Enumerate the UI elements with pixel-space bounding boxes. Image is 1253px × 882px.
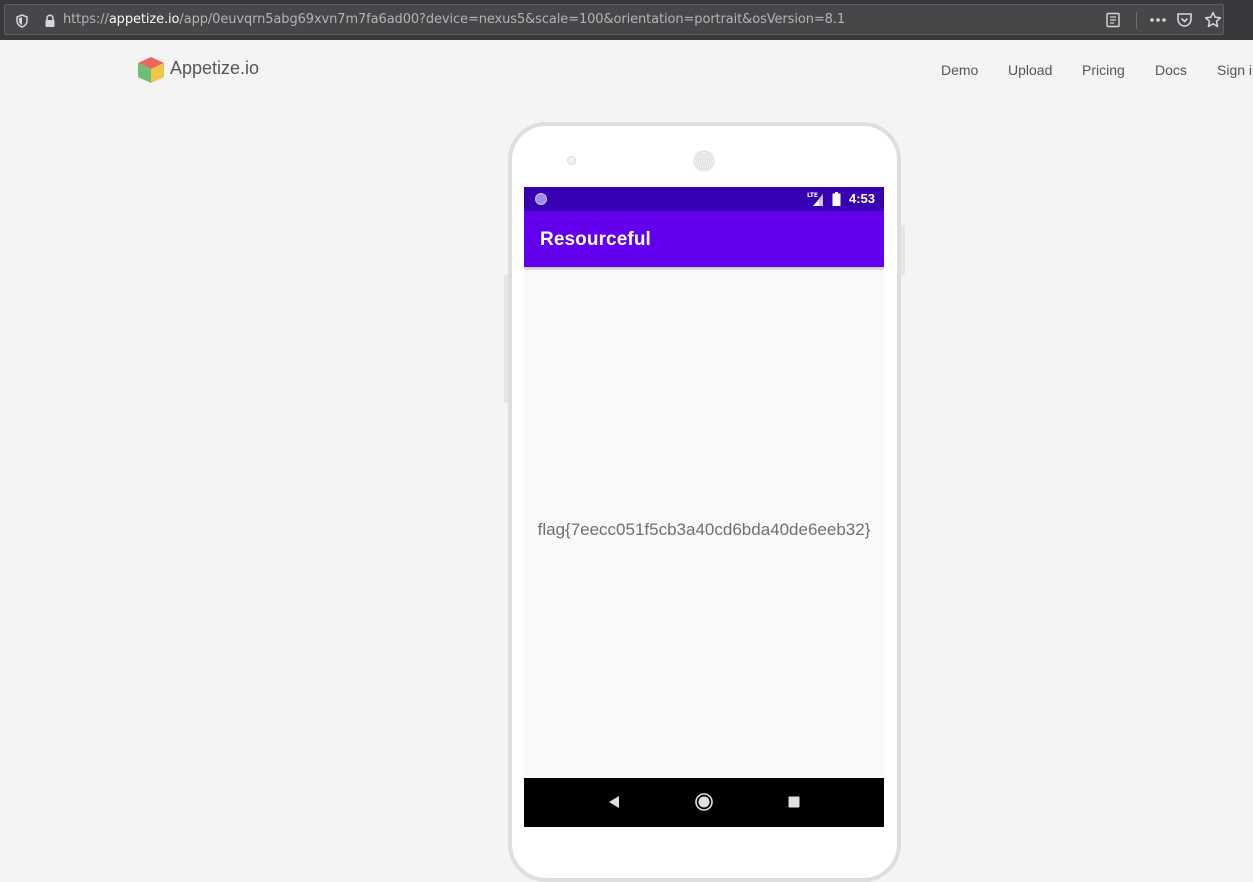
url-path: /app/0euvqrn5abg69xvn7m7fa6ad00?device=n… xyxy=(179,12,846,27)
toolbar-divider xyxy=(1136,12,1137,29)
star-icon[interactable] xyxy=(1204,11,1222,29)
url-host: appetize.io xyxy=(108,12,180,27)
svg-text:LTE: LTE xyxy=(807,192,818,199)
pocket-icon[interactable] xyxy=(1176,12,1193,28)
status-time: 4:53 xyxy=(849,191,876,206)
url-prefix: https:// xyxy=(63,12,109,27)
app-toolbar: Resourceful xyxy=(524,211,884,267)
lte-signal-icon: LTE xyxy=(807,192,823,206)
app-title: Resourceful xyxy=(540,229,651,250)
flag-text: flag{7eecc051f5cb3a40cd6bda40de6eeb32} xyxy=(537,520,871,539)
battery-icon xyxy=(832,192,841,206)
nav-link-docs[interactable]: Docs xyxy=(1155,62,1187,78)
phone-speaker xyxy=(693,150,715,172)
phone-power-button xyxy=(901,225,905,275)
device-screen[interactable]: LTE 4:53 Resourceful flag{7eecc051f5cb3a… xyxy=(524,187,884,827)
nav-link-demo[interactable]: Demo xyxy=(941,62,978,78)
appetize-logo-icon[interactable] xyxy=(136,55,166,85)
recents-icon[interactable] xyxy=(788,796,800,808)
lock-icon[interactable] xyxy=(43,14,57,28)
phone-camera xyxy=(567,156,576,165)
address-bar[interactable]: https://appetize.io/app/0euvqrn5abg69xvn… xyxy=(4,4,1224,35)
nav-link-pricing[interactable]: Pricing xyxy=(1082,62,1125,78)
android-status-bar: LTE 4:53 xyxy=(524,187,884,211)
site-name[interactable]: Appetize.io xyxy=(170,58,259,79)
android-nav-bar xyxy=(524,778,884,827)
home-icon[interactable] xyxy=(695,793,713,811)
back-icon[interactable] xyxy=(607,795,621,809)
url-text[interactable]: https://appetize.io/app/0euvqrn5abg69xvn… xyxy=(63,12,845,27)
nav-link-sign-in[interactable]: Sign i xyxy=(1217,62,1252,78)
shield-icon[interactable] xyxy=(15,14,29,28)
browser-toolbar: https://appetize.io/app/0euvqrn5abg69xvn… xyxy=(0,0,1253,40)
nav-link-upload[interactable]: Upload xyxy=(1008,62,1052,78)
reader-icon[interactable] xyxy=(1105,12,1121,28)
notification-dot-icon xyxy=(535,193,547,205)
more-icon[interactable] xyxy=(1148,12,1168,28)
